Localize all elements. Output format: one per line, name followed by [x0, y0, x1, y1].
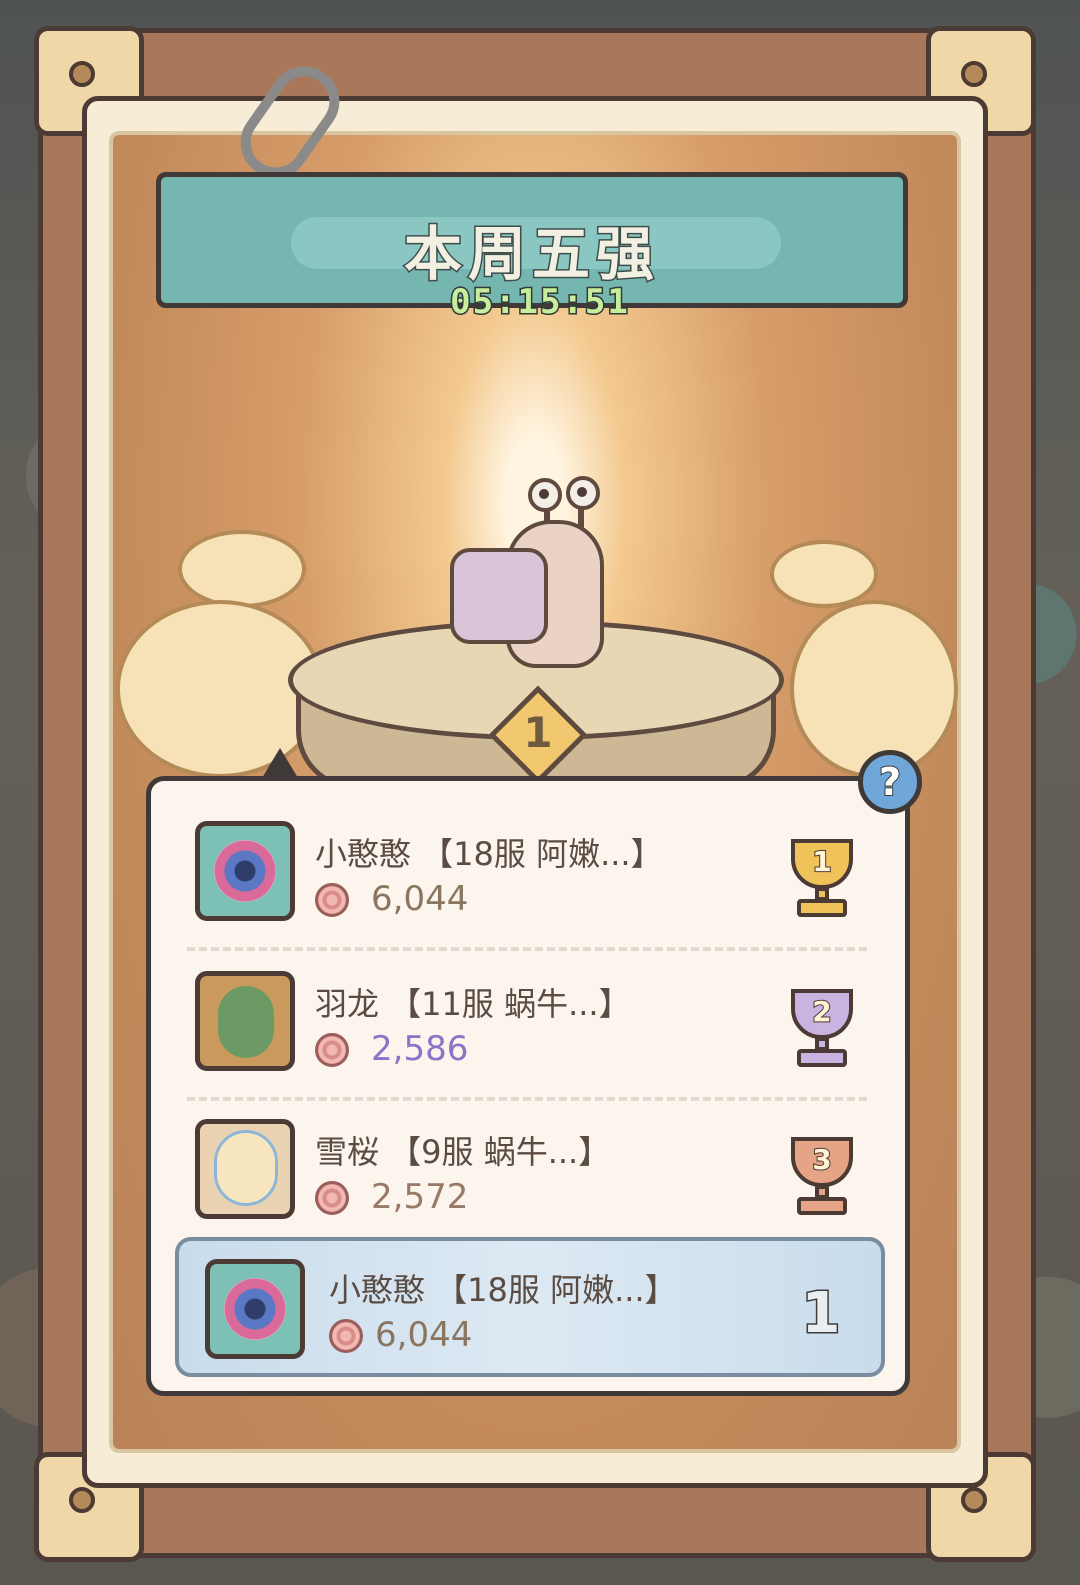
trophy-base: [797, 1049, 847, 1067]
panel-speech-tail: [262, 748, 298, 778]
player-name: 雪桜 【9服 蜗牛...】: [315, 1133, 611, 1171]
snail-eye-right: [566, 476, 600, 510]
player-score: 6,044: [371, 879, 469, 919]
trophy-icon: 1: [777, 839, 867, 919]
avatar-eye-icon: [224, 1278, 286, 1340]
player-name: 小憨憨 【18服 阿嫩...】: [329, 1271, 677, 1309]
avatar-dragon-icon: [218, 986, 274, 1058]
snail-eye-left: [528, 478, 562, 512]
avatar-eye-icon: [214, 840, 276, 902]
avatar: [205, 1259, 305, 1359]
trophy-base: [797, 899, 847, 917]
avatar: [195, 971, 295, 1071]
my-rank-row[interactable]: 小憨憨 【18服 阿嫩...】 6,044 1: [175, 1237, 885, 1377]
trophy-rank: 3: [811, 1142, 832, 1177]
question-mark-icon[interactable]: ?: [858, 750, 922, 814]
cloud-right: [770, 540, 878, 608]
player-name: 羽龙 【11服 蜗牛...】: [315, 985, 631, 1023]
snail-shell-icon: [315, 1181, 349, 1215]
snail-shell-icon: [315, 883, 349, 917]
player-name: 小憨憨 【18服 阿嫩...】: [315, 835, 663, 873]
trophy-rank: 1: [811, 844, 832, 879]
snail-shell-icon: [315, 1033, 349, 1067]
player-score: 2,586: [371, 1029, 469, 1069]
ranking-panel: 小憨憨 【18服 阿嫩...】 6,044 1 羽龙 【11服 蜗牛...】 2…: [146, 776, 910, 1396]
podium-rank-number: 1: [523, 708, 553, 757]
my-rank-number: 1: [800, 1280, 842, 1348]
ranking-row-2[interactable]: 羽龙 【11服 蜗牛...】 2,586 2: [151, 931, 915, 1071]
player-score: 2,572: [371, 1177, 469, 1217]
player-score: 6,044: [375, 1315, 473, 1355]
avatar: [195, 821, 295, 921]
cloud-left: [178, 530, 306, 608]
snail-shell-icon: [329, 1319, 363, 1353]
snail-shell: [450, 548, 548, 644]
trophy-rank: 2: [811, 994, 832, 1029]
trophy-base: [797, 1197, 847, 1215]
page-title: 本周五强: [402, 219, 660, 290]
ranking-row-1[interactable]: 小憨憨 【18服 阿嫩...】 6,044 1: [151, 781, 915, 921]
cloud-bank-right: [790, 600, 958, 778]
ranking-row-3[interactable]: 雪桜 【9服 蜗牛...】 2,572 3: [151, 1079, 915, 1219]
countdown-timer: 05:15:51: [449, 281, 630, 324]
trophy-icon: 2: [777, 989, 867, 1069]
avatar-girl-icon: [214, 1130, 278, 1206]
trophy-icon: 3: [777, 1137, 867, 1217]
avatar: [195, 1119, 295, 1219]
